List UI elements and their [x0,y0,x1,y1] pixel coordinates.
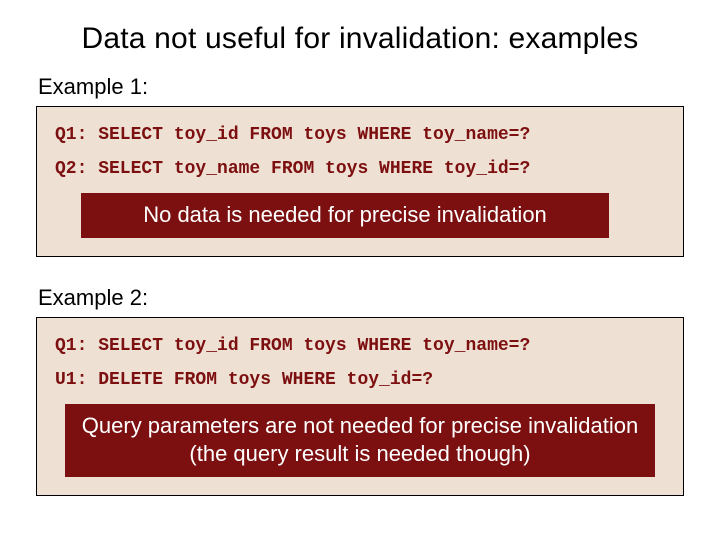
example2-label: Example 2: [38,285,684,311]
example1-q1: Q1: SELECT toy_id FROM toys WHERE toy_na… [55,125,665,145]
slide-title: Data not useful for invalidation: exampl… [36,22,684,56]
slide: Data not useful for invalidation: exampl… [0,0,720,540]
spacer [36,257,684,279]
example1-callout: No data is needed for precise invalidati… [81,193,609,238]
example1-q2: Q2: SELECT toy_name FROM toys WHERE toy_… [55,159,665,179]
example2-u1: U1: DELETE FROM toys WHERE toy_id=? [55,370,665,390]
example2-panel: Q1: SELECT toy_id FROM toys WHERE toy_na… [36,317,684,496]
example1-label: Example 1: [38,74,684,100]
example2-q1: Q1: SELECT toy_id FROM toys WHERE toy_na… [55,336,665,356]
example2-callout: Query parameters are not needed for prec… [65,404,655,477]
example1-panel: Q1: SELECT toy_id FROM toys WHERE toy_na… [36,106,684,257]
